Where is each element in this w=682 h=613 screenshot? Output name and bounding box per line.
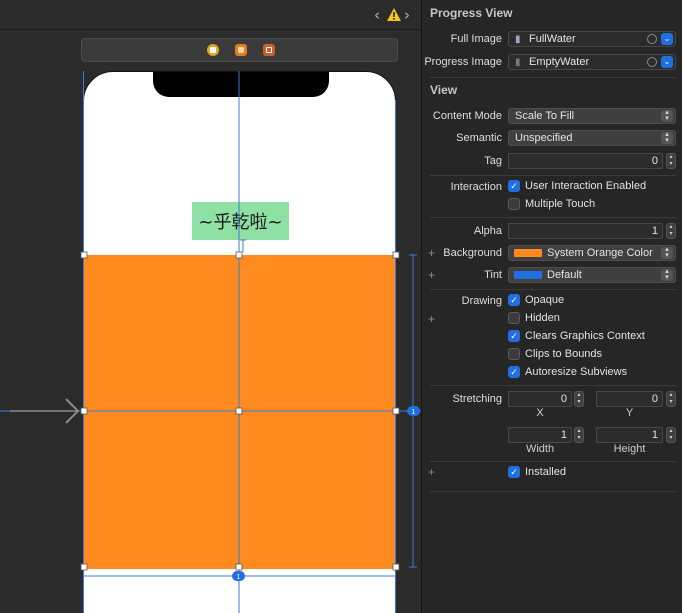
stretching-label: Stretching — [452, 393, 502, 405]
checkmark-icon[interactable]: ✓ — [508, 180, 520, 192]
checkbox-empty-icon[interactable] — [508, 198, 520, 210]
tag-field[interactable]: 0 — [508, 153, 663, 169]
storyboard-canvas[interactable]: ‹ › ~乎乾啦~ 1 1 — [0, 0, 421, 613]
color-swatch — [514, 271, 542, 279]
stretch-y-field[interactable]: 0 — [596, 391, 663, 407]
attributes-inspector: Progress View Full Image ▮ FullWater ⌄ P… — [421, 0, 682, 613]
stretch-width-field[interactable]: 1 — [508, 427, 572, 443]
content-mode-label: Content Mode — [432, 110, 502, 122]
plus-icon[interactable]: + — [428, 268, 435, 282]
section-title-view: View — [430, 83, 458, 97]
clear-icon[interactable] — [647, 34, 657, 44]
image-icon: ▮ — [515, 57, 521, 68]
divider — [430, 217, 676, 218]
full-image-field[interactable]: ▮ FullWater ⌄ — [508, 31, 676, 47]
stretch-x-stepper[interactable]: ▴ ▾ — [574, 391, 584, 407]
interaction-label: Interaction — [450, 181, 502, 193]
full-image-label: Full Image — [450, 33, 502, 45]
background-label: Background — [443, 247, 502, 259]
checkmark-icon[interactable]: ✓ — [508, 294, 520, 306]
color-swatch — [514, 249, 542, 257]
svg-text:1: 1 — [237, 574, 241, 581]
alpha-field[interactable]: 1 — [508, 223, 663, 239]
progress-image-label: Progress Image — [424, 56, 502, 68]
chevron-down-icon[interactable]: ⌄ — [661, 33, 673, 45]
divider — [430, 175, 676, 176]
divider — [430, 385, 676, 386]
tag-stepper[interactable]: ▴ ▾ — [666, 153, 676, 169]
tint-label: Tint — [484, 269, 502, 281]
svg-text:1: 1 — [412, 409, 416, 416]
stretch-height-caption: Height — [613, 443, 646, 455]
stretch-width-caption: Width — [525, 443, 555, 455]
stretch-y-stepper[interactable]: ▴ ▾ — [666, 391, 676, 407]
chevron-down-icon[interactable]: ⌄ — [661, 56, 673, 68]
divider — [430, 289, 676, 290]
checkbox-empty-icon[interactable] — [508, 312, 520, 324]
up-down-arrows-icon: ▴ ▾ — [661, 109, 673, 122]
stretch-x-field[interactable]: 0 — [508, 391, 572, 407]
divider — [430, 461, 676, 462]
alpha-stepper[interactable]: ▴ ▾ — [666, 223, 676, 239]
up-down-arrows-icon: ▴ ▾ — [661, 268, 673, 281]
stretch-height-field[interactable]: 1 — [596, 427, 663, 443]
checkmark-icon[interactable]: ✓ — [508, 330, 520, 342]
divider — [430, 77, 676, 78]
semantic-popup[interactable]: Unspecified ▴ ▾ — [508, 130, 676, 146]
stretch-x-caption: X — [536, 407, 544, 419]
stretch-height-stepper[interactable]: ▴ ▾ — [666, 427, 676, 443]
up-down-arrows-icon: ▴ ▾ — [661, 131, 673, 144]
content-mode-popup[interactable]: Scale To Fill ▴ ▾ — [508, 108, 676, 124]
checkmark-icon[interactable]: ✓ — [508, 466, 520, 478]
semantic-label: Semantic — [456, 132, 502, 144]
checkbox-empty-icon[interactable] — [508, 348, 520, 360]
section-title-progress-view: Progress View — [430, 6, 513, 20]
selection-overlay: 1 1 — [0, 71, 421, 613]
constraint-badge-bottom[interactable]: 1 — [232, 571, 245, 581]
tint-popup[interactable]: Default ▴ ▾ — [508, 267, 676, 283]
alpha-label: Alpha — [473, 225, 502, 237]
plus-icon[interactable]: + — [428, 312, 435, 326]
image-icon: ▮ — [515, 34, 521, 45]
progress-image-field[interactable]: ▮ EmptyWater ⌄ — [508, 54, 676, 70]
tag-label: Tag — [484, 155, 502, 167]
plus-icon[interactable]: + — [428, 465, 435, 479]
background-popup[interactable]: System Orange Color ▴ ▾ — [508, 245, 676, 261]
clear-icon[interactable] — [647, 57, 657, 67]
up-down-arrows-icon: ▴ ▾ — [661, 246, 673, 259]
stretch-width-stepper[interactable]: ▴ ▾ — [574, 427, 584, 443]
drawing-label: Drawing — [461, 295, 502, 307]
constraint-badge-right[interactable]: 1 — [407, 406, 420, 416]
stretch-y-caption: Y — [625, 407, 634, 419]
checkmark-icon[interactable]: ✓ — [508, 366, 520, 378]
divider — [430, 491, 676, 492]
plus-icon[interactable]: + — [428, 246, 435, 260]
